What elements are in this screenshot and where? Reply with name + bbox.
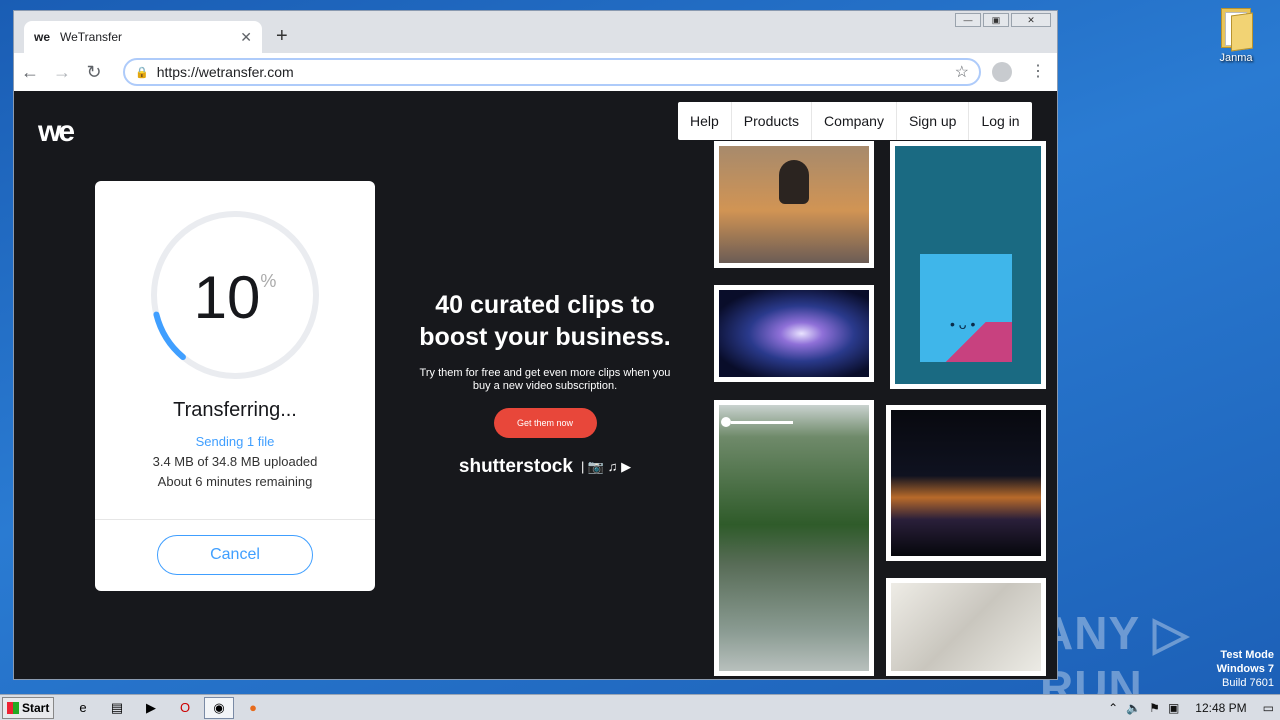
close-window-button[interactable]: ✕ xyxy=(1011,13,1051,27)
bookmark-star-icon[interactable]: ☆ xyxy=(955,62,969,82)
browser-menu-icon[interactable]: ⋮ xyxy=(1030,61,1046,81)
browser-tab[interactable]: we WeTransfer ✕ xyxy=(24,21,262,53)
test-mode-notice: Test Mode Windows 7 Build 7601 xyxy=(1217,648,1274,690)
network-icon[interactable]: ▣ xyxy=(1168,701,1179,715)
lock-icon: 🔒 xyxy=(135,66,149,79)
ad-tile-city-night[interactable] xyxy=(886,405,1046,561)
meditation-silhouette-icon xyxy=(779,160,809,204)
volume-icon[interactable]: 🔈 xyxy=(1126,701,1141,715)
nav-products[interactable]: Products xyxy=(730,102,811,140)
ad-headline: 40 curated clips to boost your business. xyxy=(419,291,671,351)
start-label: Start xyxy=(22,700,50,715)
site-nav: Help Products Company Sign up Log in xyxy=(678,102,1032,140)
shutterstock-ad: 40 curated clips to boost your business.… xyxy=(410,289,680,478)
tab-title: WeTransfer xyxy=(60,30,123,44)
media-player-icon[interactable]: ▶ xyxy=(136,697,166,719)
uploaded-amount: 3.4 MB of 34.8 MB uploaded xyxy=(152,454,318,469)
progress-percent: 10% xyxy=(95,263,375,332)
cancel-button[interactable]: Cancel xyxy=(157,535,313,575)
ad-tile-river-forest[interactable] xyxy=(714,400,874,676)
crayon-box-illustration: • ᴗ • xyxy=(920,254,1012,362)
system-tray: ⌃ 🔈 ⚑ ▣ 12:48 PM ▭ xyxy=(1108,701,1280,715)
chrome-icon[interactable]: ◉ xyxy=(204,696,234,719)
os-name-line: Windows 7 xyxy=(1216,663,1274,675)
new-tab-plus-icon[interactable]: + xyxy=(276,25,288,48)
back-arrow-icon[interactable]: ← xyxy=(14,62,46,83)
url-text: https://wetransfer.com xyxy=(156,64,294,80)
opera-icon[interactable]: O xyxy=(170,697,200,719)
nav-help[interactable]: Help xyxy=(678,102,731,140)
minimize-button[interactable]: — xyxy=(955,13,981,27)
build-line: Build 7601 xyxy=(1222,677,1274,689)
ie-icon[interactable]: e xyxy=(68,697,98,719)
browser-window: — ▣ ✕ we WeTransfer ✕ + ← → ↻ 🔒 https://… xyxy=(13,10,1058,680)
transfer-status: Transferring... xyxy=(173,399,297,421)
show-desktop-icon[interactable]: ▭ xyxy=(1263,701,1274,715)
profile-avatar-icon[interactable] xyxy=(992,62,1012,82)
reload-icon[interactable]: ↻ xyxy=(78,62,110,83)
get-them-now-button[interactable]: Get them now xyxy=(493,408,597,438)
action-center-flag-icon[interactable]: ⚑ xyxy=(1149,701,1160,715)
percent-sign: % xyxy=(260,271,277,291)
test-mode-line: Test Mode xyxy=(1220,649,1274,661)
wetransfer-logo[interactable]: we xyxy=(38,115,75,149)
windows-taskbar: Start e ▤ ▶ O ◉ ● ⌃ 🔈 ⚑ ▣ 12:48 PM ▭ xyxy=(0,694,1280,720)
transfer-panel: 10% Transferring... Sending 1 file 3.4 M… xyxy=(95,181,375,591)
firefox-icon[interactable]: ● xyxy=(238,697,268,719)
ad-tile-abstract-cubes[interactable] xyxy=(886,578,1046,676)
address-bar[interactable]: 🔒 https://wetransfer.com ☆ xyxy=(123,58,981,86)
tab-close-icon[interactable]: ✕ xyxy=(240,29,252,46)
window-controls: — ▣ ✕ xyxy=(955,13,1051,27)
desktop-icon-label: Janma xyxy=(1219,52,1253,64)
folder-icon xyxy=(1219,6,1253,52)
nav-company[interactable]: Company xyxy=(811,102,896,140)
ad-body: Try them for free and get even more clip… xyxy=(419,367,671,392)
media-type-icons: | 📷 ♫ ▶ xyxy=(580,459,632,474)
ad-tile-galaxy[interactable] xyxy=(714,285,874,382)
browser-toolbar: ← → ↻ 🔒 https://wetransfer.com ☆ ⋮ xyxy=(14,53,1057,91)
nav-signup[interactable]: Sign up xyxy=(895,102,968,140)
nav-login[interactable]: Log in xyxy=(968,102,1031,140)
clock[interactable]: 12:48 PM xyxy=(1195,701,1246,715)
explorer-folder-icon[interactable]: ▤ xyxy=(102,697,132,719)
forward-arrow-icon[interactable]: → xyxy=(46,62,78,83)
time-remaining: About 6 minutes remaining xyxy=(157,474,313,489)
ad-tile-crayon-box[interactable]: • ᴗ • xyxy=(890,141,1046,389)
restore-button[interactable]: ▣ xyxy=(983,13,1009,27)
tray-expand-icon[interactable]: ⌃ xyxy=(1108,701,1118,715)
panel-divider xyxy=(95,519,375,520)
sending-files-link[interactable]: Sending 1 file xyxy=(95,434,375,449)
windows-flag-icon xyxy=(7,701,19,714)
desktop-folder-janma[interactable]: Janma xyxy=(1206,6,1266,64)
brand-name: shutterstock xyxy=(458,456,573,477)
percent-value: 10 xyxy=(193,264,261,331)
story-indicator-icon xyxy=(721,417,731,427)
wetransfer-favicon-icon: we xyxy=(34,30,51,44)
story-progress-bar xyxy=(731,421,793,424)
web-page: we Help Products Company Sign up Log in … xyxy=(14,91,1057,679)
start-button[interactable]: Start xyxy=(2,696,54,719)
ad-tile-meditation[interactable] xyxy=(714,141,874,268)
shutterstock-logo[interactable]: shutterstock | 📷 ♫ ▶ xyxy=(410,456,680,478)
